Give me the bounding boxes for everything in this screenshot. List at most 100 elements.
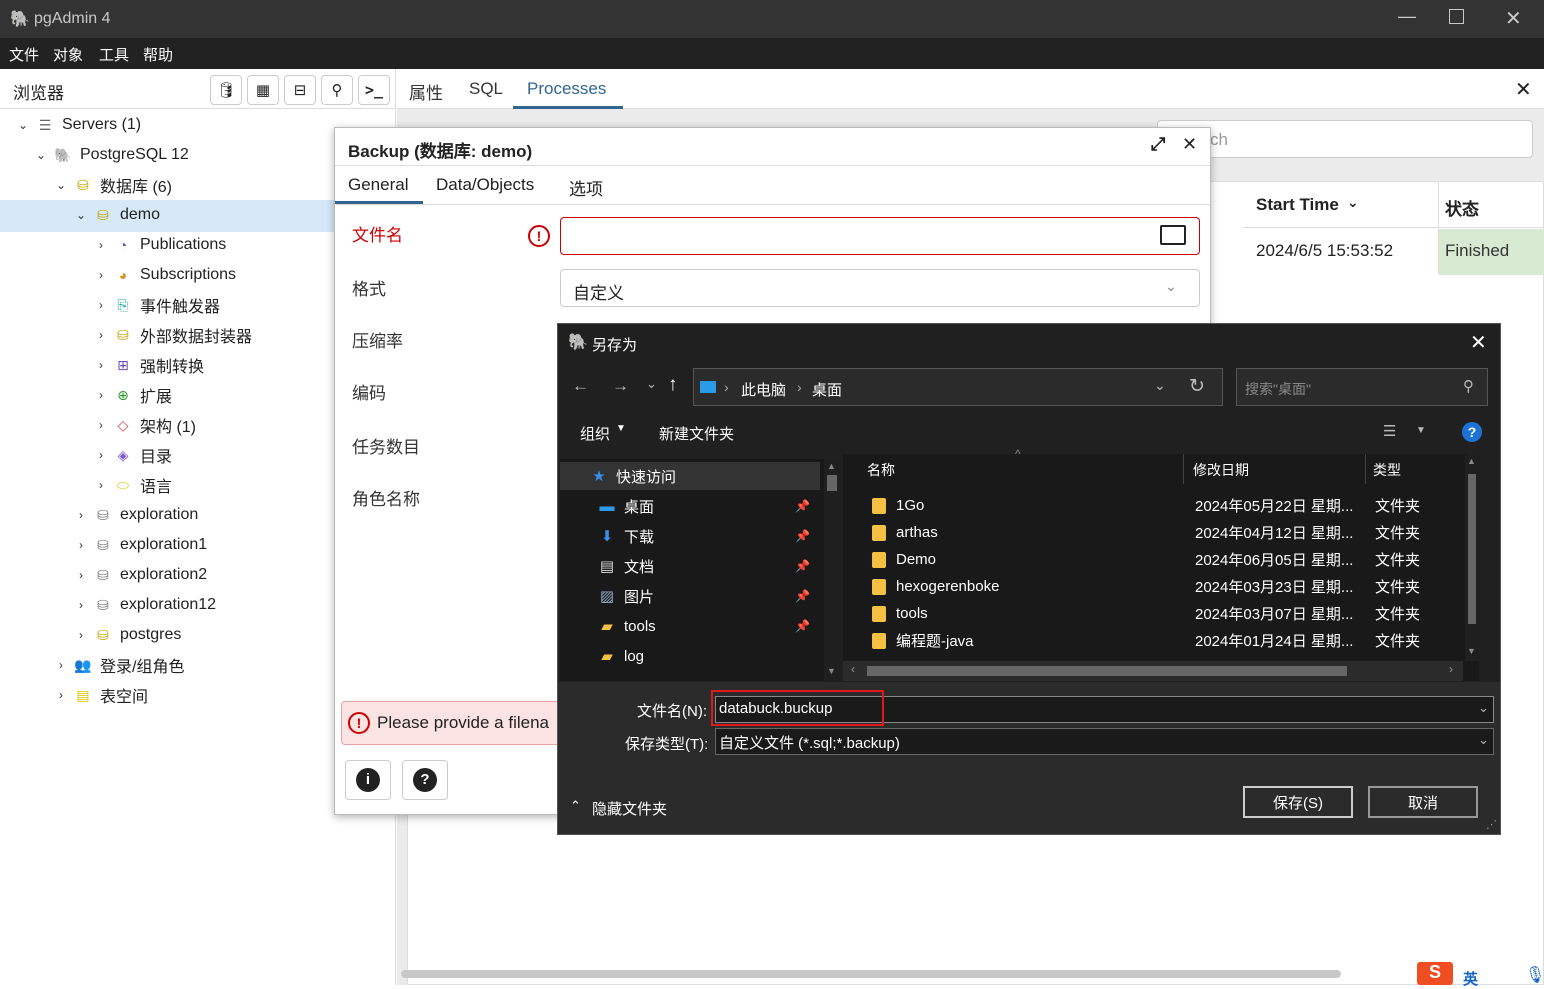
chevron-right-icon[interactable]: › xyxy=(92,448,110,462)
scroll-left-icon[interactable]: ‹ xyxy=(851,662,855,676)
close-icon[interactable]: ✕ xyxy=(1470,330,1487,355)
tab-general[interactable]: General xyxy=(348,175,408,195)
chevron-right-icon[interactable]: › xyxy=(92,418,110,432)
close-icon[interactable]: ✕ xyxy=(1505,6,1522,31)
tree-node[interactable]: ⌄ ⛁ 数据库 (6) xyxy=(52,170,172,200)
col-type[interactable]: 类型 xyxy=(1373,460,1401,480)
view-options-icon[interactable]: ☰ xyxy=(1383,422,1396,440)
tree-node[interactable]: › ▤ 表空间 xyxy=(52,680,148,710)
chevron-right-icon[interactable]: › xyxy=(72,508,90,522)
filter-rows-icon[interactable]: ⊟ xyxy=(284,75,316,105)
horizontal-scrollbar[interactable] xyxy=(401,970,1341,978)
back-arrow-icon[interactable]: ← xyxy=(572,376,589,396)
breadcrumb-desktop[interactable]: 桌面 xyxy=(812,379,842,400)
psql-tool-icon[interactable]: >_ xyxy=(358,75,390,105)
chevron-right-icon[interactable]: › xyxy=(72,568,90,582)
tree-node[interactable]: › ⛁ exploration1 xyxy=(72,530,207,560)
filetype-select[interactable]: 自定义文件 (*.sql;*.backup) ⌄ xyxy=(715,728,1494,755)
file-row[interactable]: tools 2024年03月07日 星期... 文件夹 xyxy=(858,600,1478,627)
new-folder-button[interactable]: 新建文件夹 xyxy=(659,423,734,444)
scroll-right-icon[interactable]: › xyxy=(1449,662,1453,676)
pin-icon[interactable]: 📌 xyxy=(795,499,810,513)
tree-node[interactable]: ⌄ ⛁ demo xyxy=(72,200,160,230)
table-row[interactable]: 2024/6/5 15:53:52 Finished xyxy=(1243,229,1544,275)
recent-chevron-icon[interactable]: ⌄ xyxy=(646,376,657,392)
query-tool-icon[interactable]: 🛢 xyxy=(210,75,242,105)
chevron-right-icon[interactable]: › xyxy=(92,268,110,282)
col-date[interactable]: 修改日期 xyxy=(1193,460,1249,480)
tree-node[interactable]: › ⛁ exploration xyxy=(72,500,198,530)
chevron-right-icon[interactable]: › xyxy=(92,238,110,252)
chevron-right-icon[interactable]: › xyxy=(92,328,110,342)
minimize-icon[interactable]: — xyxy=(1398,6,1416,27)
search-input[interactable]: 搜索"桌面" ⚲ xyxy=(1236,368,1488,406)
file-row[interactable]: arthas 2024年04月12日 星期... 文件夹 xyxy=(858,519,1478,546)
chevron-down-icon[interactable]: ⌄ xyxy=(1478,732,1489,748)
tree-node[interactable]: › ⊞ 强制转换 xyxy=(92,350,204,380)
info-button[interactable]: i xyxy=(345,760,391,800)
chevron-down-icon[interactable]: ⌄ xyxy=(72,208,90,222)
breadcrumb-this-pc[interactable]: 此电脑 xyxy=(741,379,786,400)
nav-item[interactable]: ▰ tools 📌 xyxy=(598,611,818,641)
menu-help[interactable]: 帮助 xyxy=(143,44,173,65)
cancel-button[interactable]: 取消 xyxy=(1368,786,1478,818)
tree-node[interactable]: › ◕ Subscriptions xyxy=(92,260,236,290)
chevron-down-icon[interactable]: ⌄ xyxy=(14,118,32,132)
chevron-right-icon[interactable]: › xyxy=(52,688,70,702)
pin-icon[interactable]: 📌 xyxy=(795,589,810,603)
chevron-right-icon[interactable]: › xyxy=(92,358,110,372)
file-hscrollbar[interactable]: ‹ › xyxy=(843,661,1463,681)
close-tab-icon[interactable]: ✕ xyxy=(1515,77,1532,102)
tree-node[interactable]: › ⎘ 事件触发器 xyxy=(92,290,220,320)
help-button[interactable]: ? xyxy=(402,760,448,800)
menu-object[interactable]: 对象 xyxy=(53,44,83,65)
tab-options[interactable]: 选项 xyxy=(569,175,603,200)
address-bar[interactable]: › 此电脑 › 桌面 ⌄ ↻ xyxy=(693,368,1223,406)
tree-node[interactable]: › ⊕ 扩展 xyxy=(92,380,172,410)
nav-scrollbar[interactable]: ▲ ▼ xyxy=(824,459,840,681)
hide-folders-toggle[interactable]: 隐藏文件夹 xyxy=(592,798,667,819)
chevron-right-icon[interactable]: › xyxy=(92,478,110,492)
menu-tools[interactable]: 工具 xyxy=(99,44,129,65)
tree-node[interactable]: › ⛁ postgres xyxy=(72,620,181,650)
up-arrow-icon[interactable]: ↑ xyxy=(668,374,678,396)
nav-item[interactable]: ★ 快速访问 xyxy=(590,461,810,491)
chevron-right-icon[interactable]: › xyxy=(72,628,90,642)
forward-arrow-icon[interactable]: → xyxy=(612,376,629,396)
col-name[interactable]: 名称 xyxy=(867,460,895,480)
save-button[interactable]: 保存(S) xyxy=(1243,786,1353,818)
pin-icon[interactable]: 📌 xyxy=(795,559,810,573)
file-row[interactable]: 编程题-java 2024年01月24日 星期... 文件夹 xyxy=(858,627,1478,654)
organize-button[interactable]: 组织 xyxy=(580,423,610,444)
nav-item[interactable]: ▨ 图片 📌 xyxy=(598,581,818,611)
nav-item[interactable]: ⬇ 下载 📌 xyxy=(598,521,818,551)
scroll-up-icon[interactable]: ▲ xyxy=(1467,456,1476,466)
file-row[interactable]: 1Go 2024年05月22日 星期... 文件夹 xyxy=(858,492,1478,519)
dropdown-arrow-icon[interactable]: ▼ xyxy=(1416,425,1426,436)
maximize-icon[interactable] xyxy=(1449,9,1464,24)
scroll-up-icon[interactable]: ▲ xyxy=(827,461,836,471)
chevron-down-icon[interactable]: ⌄ xyxy=(32,148,50,162)
chevron-right-icon[interactable]: › xyxy=(52,658,70,672)
pin-icon[interactable]: 📌 xyxy=(795,619,810,633)
tab-sql[interactable]: SQL xyxy=(469,79,503,99)
chevron-down-icon[interactable]: ⌄ xyxy=(1154,377,1166,394)
chevron-down-icon[interactable]: ⌄ xyxy=(52,178,70,192)
tree-node[interactable]: ⌄ ☰ Servers (1) xyxy=(14,110,141,140)
close-dialog-icon[interactable]: ✕ xyxy=(1182,134,1197,155)
file-row[interactable]: hexogerenboke 2024年03月23日 星期... 文件夹 xyxy=(858,573,1478,600)
tab-processes[interactable]: Processes xyxy=(527,79,606,99)
tab-data-objects[interactable]: Data/Objects xyxy=(436,175,534,195)
expand-icon[interactable]: ⤢ xyxy=(1151,134,1165,155)
chevron-right-icon[interactable]: › xyxy=(92,388,110,402)
chevron-right-icon[interactable]: › xyxy=(72,538,90,552)
process-search-input[interactable]: ch xyxy=(1157,120,1533,158)
filename-input[interactable] xyxy=(560,217,1200,255)
table-icon[interactable]: ▦ xyxy=(247,75,279,105)
tree-node[interactable]: › ⛁ exploration12 xyxy=(72,590,216,620)
file-row[interactable]: Demo 2024年06月05日 星期... 文件夹 xyxy=(858,546,1478,573)
col-start-time[interactable]: Start Time xyxy=(1256,195,1339,215)
tree-node[interactable]: › ⛁ exploration2 xyxy=(72,560,207,590)
nav-item[interactable]: ▰ log xyxy=(598,641,818,671)
tree-node[interactable]: › ◇ 架构 (1) xyxy=(92,410,196,440)
